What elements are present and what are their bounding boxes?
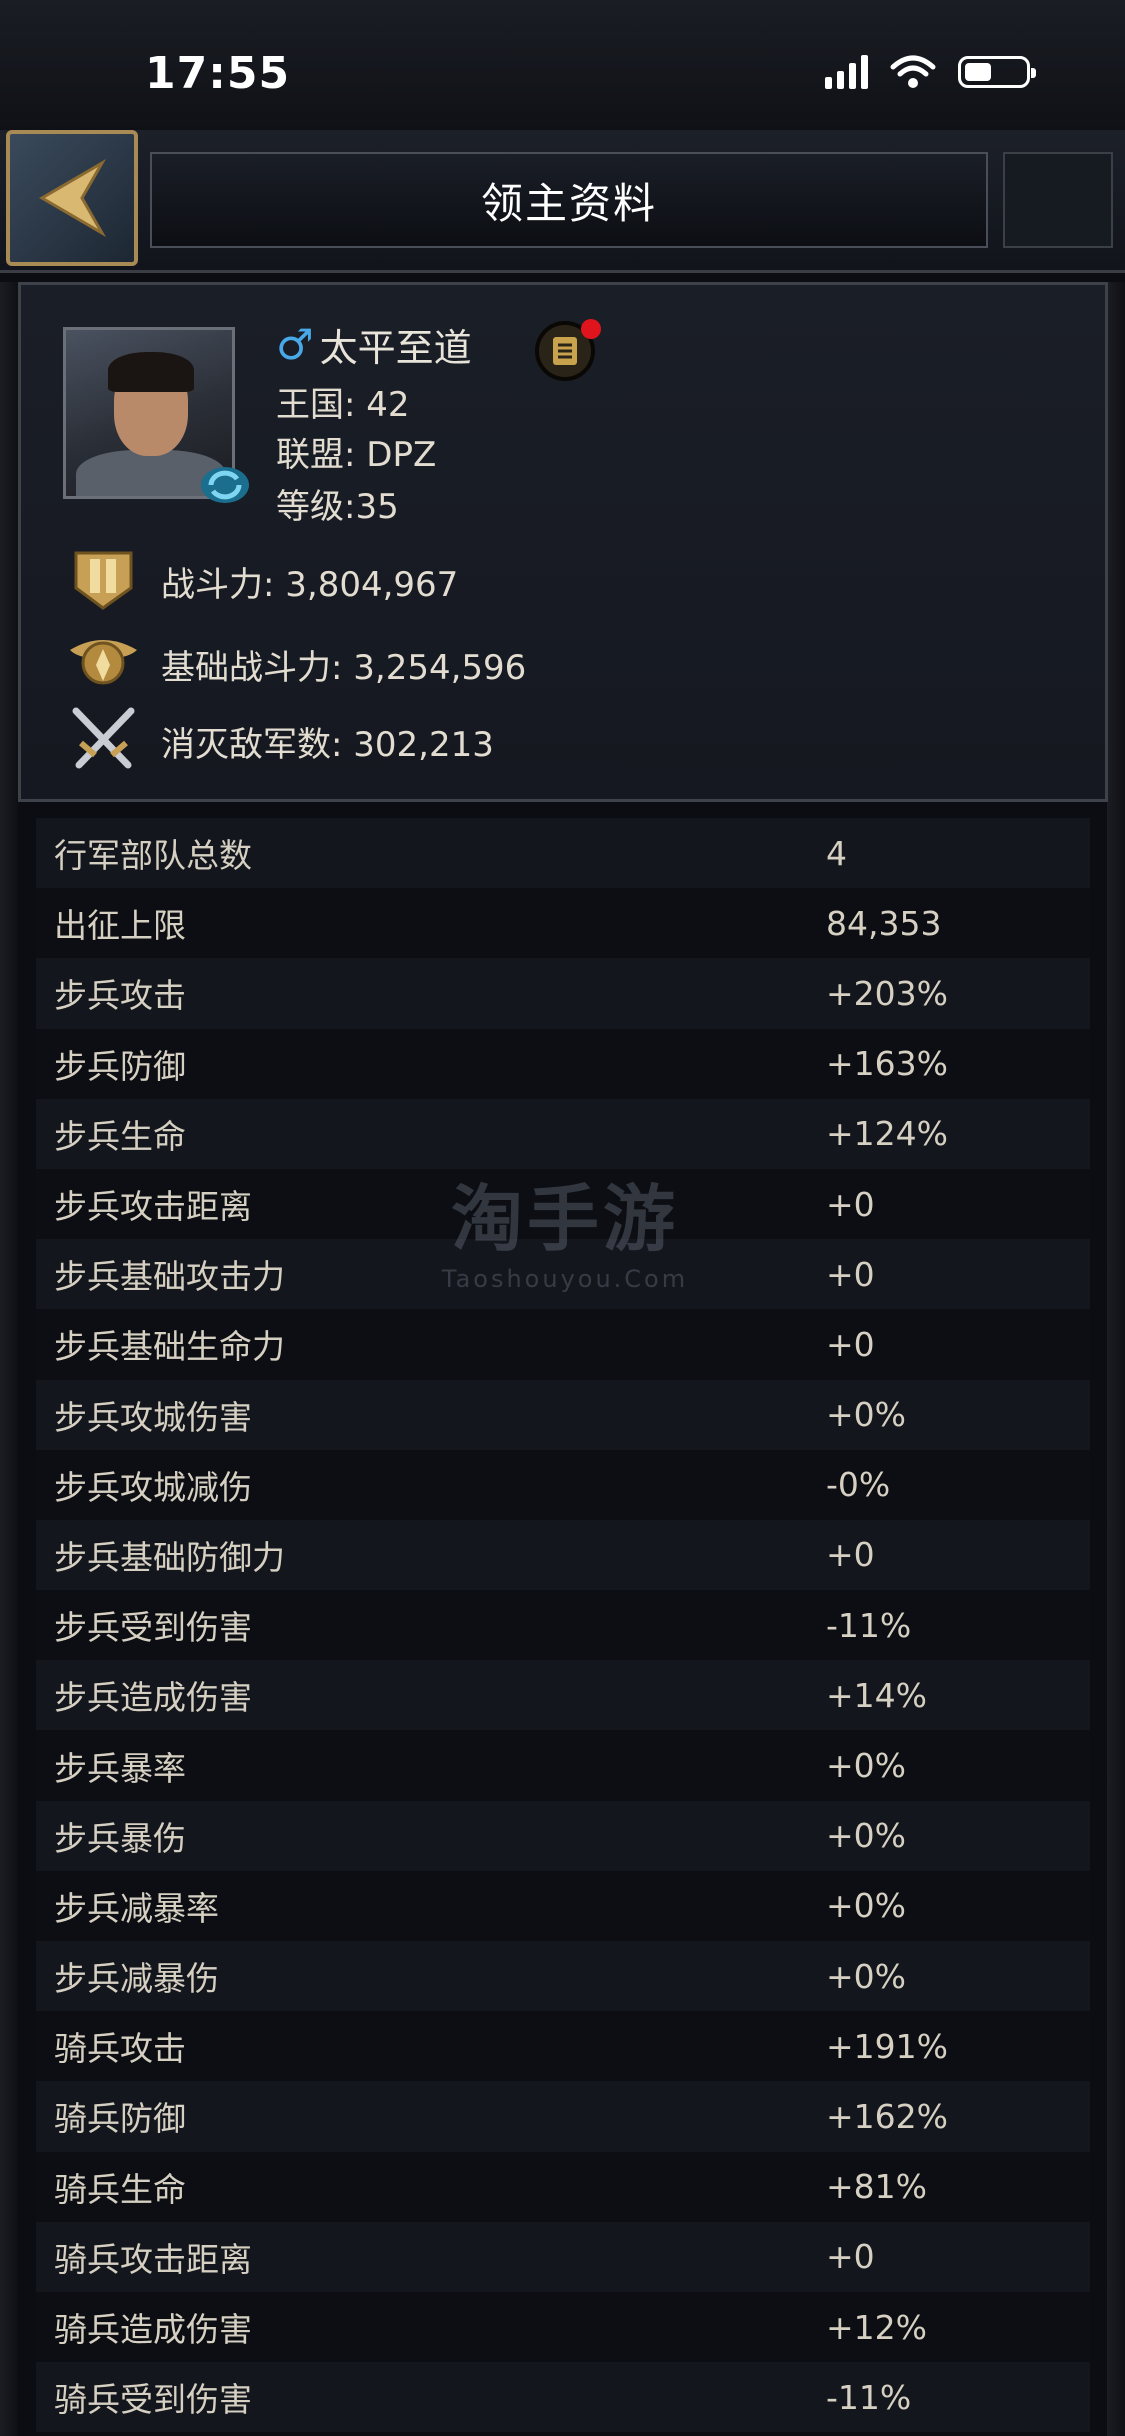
stat-row: 步兵受到伤害 -11% <box>36 1590 1090 1661</box>
status-icons <box>825 55 1036 89</box>
stat-label: 步兵基础生命力 <box>54 1327 285 1367</box>
stat-label: 步兵暴伤 <box>54 1818 186 1858</box>
stat-row: 步兵攻城伤害 +0% <box>36 1379 1090 1450</box>
stat-value: +0 <box>826 1254 875 1294</box>
page-title: 领主资料 <box>480 178 657 228</box>
stat-value: +191% <box>826 2026 948 2066</box>
right-frame <box>1107 282 1125 2436</box>
stat-label: 骑兵造成伤害 <box>54 2310 252 2350</box>
kingdom-info: 王国: 42 <box>276 385 410 425</box>
stat-label: 步兵攻城伤害 <box>54 1397 252 1437</box>
signal-icon <box>825 55 868 89</box>
stat-label: 出征上限 <box>54 906 186 946</box>
stat-label: 骑兵攻击 <box>54 2029 186 2069</box>
stat-label: 步兵减暴率 <box>54 1888 219 1928</box>
stat-row: 步兵基础攻击力 +0 <box>36 1239 1090 1310</box>
stat-value: +0% <box>826 1956 907 1996</box>
stat-label: 步兵攻城减伤 <box>54 1467 252 1507</box>
stat-value: +163% <box>826 1044 948 1084</box>
change-avatar-icon[interactable] <box>199 463 251 507</box>
lord-name: 太平至道 <box>319 326 472 370</box>
stat-value: +0% <box>826 1746 907 1786</box>
back-button[interactable] <box>6 130 138 266</box>
stat-row: 步兵生命 +124% <box>36 1098 1090 1169</box>
stat-row: 骑兵生命 +81% <box>36 2151 1090 2222</box>
stat-label: 步兵减暴伤 <box>54 1959 219 1999</box>
status-time: 17:55 <box>145 48 291 99</box>
stat-value: -11% <box>826 1605 912 1645</box>
back-arrow-icon <box>39 158 107 238</box>
alliance-info: 联盟: DPZ <box>276 435 437 475</box>
stat-row: 步兵攻击距离 +0 <box>36 1168 1090 1240</box>
stat-row: 步兵攻城减伤 -0% <box>36 1449 1090 1520</box>
left-frame <box>0 282 18 2436</box>
stat-row: 行军部队总数 4 <box>36 818 1090 889</box>
record-icon[interactable] <box>533 315 603 385</box>
stat-row: 步兵减暴率 +0% <box>36 1870 1090 1941</box>
stat-row: 步兵防御 +163% <box>36 1028 1090 1099</box>
stat-label: 步兵生命 <box>54 1116 186 1156</box>
header-ornament <box>1003 152 1113 248</box>
stat-value: 4 <box>826 833 847 873</box>
stat-row: 步兵基础生命力 +0 <box>36 1309 1090 1380</box>
stat-value: +203% <box>826 973 948 1013</box>
stat-label: 步兵基础攻击力 <box>54 1257 285 1297</box>
stat-value: +0% <box>826 1816 907 1856</box>
kills-stat: 消灭敌军数: 302,213 <box>161 725 494 765</box>
stat-label: 步兵攻击距离 <box>54 1187 252 1227</box>
stat-label: 步兵造成伤害 <box>54 1678 252 1718</box>
stat-value: 84,353 <box>826 903 942 943</box>
stat-label: 行军部队总数 <box>54 836 252 876</box>
power-icon <box>66 543 141 613</box>
stat-value: +0 <box>826 1535 875 1575</box>
stat-value: +81% <box>826 2167 927 2207</box>
stat-value: +0% <box>826 1886 907 1926</box>
header: 领主资料 <box>0 130 1125 273</box>
stat-label: 骑兵防御 <box>54 2099 186 2139</box>
stat-value: -0% <box>826 1465 891 1505</box>
stat-row: 步兵造成伤害 +14% <box>36 1660 1090 1731</box>
male-icon: ♂ <box>276 320 314 369</box>
stat-value: -11% <box>826 2377 912 2417</box>
stat-label: 骑兵攻击距离 <box>54 2239 252 2279</box>
stat-row: 骑兵受到伤害 -11% <box>36 2362 1090 2433</box>
stats-table: 行军部队总数 4 出征上限 84,353 步兵攻击 +203% 步兵防御 +163% 步兵生命 +… <box>36 818 1090 2433</box>
wifi-icon <box>890 55 936 88</box>
base-power-icon <box>66 625 141 695</box>
stat-label: 步兵防御 <box>54 1046 186 1086</box>
stat-row: 步兵攻击 +203% <box>36 958 1090 1029</box>
battery-icon <box>958 56 1036 88</box>
stat-row: 出征上限 84,353 <box>36 888 1090 959</box>
base-power-stat: 基础战斗力: 3,254,596 <box>161 648 527 688</box>
stat-row: 骑兵攻击 +191% <box>36 2011 1090 2082</box>
stat-row: 骑兵造成伤害 +12% <box>36 2291 1090 2363</box>
stat-value: +12% <box>826 2307 927 2347</box>
stat-row: 骑兵防御 +162% <box>36 2081 1090 2152</box>
stat-value: +14% <box>826 1675 927 1715</box>
stat-value: +124% <box>826 1114 948 1154</box>
stat-value: +0 <box>826 1184 875 1224</box>
stat-value: +0 <box>826 2237 875 2277</box>
stat-label: 步兵攻击 <box>54 976 186 1016</box>
stat-label: 步兵暴率 <box>54 1748 186 1788</box>
stat-label: 步兵受到伤害 <box>54 1608 252 1648</box>
stat-label: 骑兵生命 <box>54 2169 186 2209</box>
power-stat: 战斗力: 3,804,967 <box>161 565 459 605</box>
stat-row: 步兵暴伤 +0% <box>36 1800 1090 1871</box>
title-bar: 领主资料 <box>150 152 988 248</box>
stat-row: 步兵减暴伤 +0% <box>36 1941 1090 2012</box>
level-info: 等级:35 <box>276 487 399 527</box>
stat-row: 骑兵攻击距离 +0 <box>36 2221 1090 2292</box>
name-row: ♂ 太平至道 <box>276 317 472 372</box>
stat-value: +0 <box>826 1324 875 1364</box>
stat-value: +0% <box>826 1395 907 1435</box>
stat-row: 步兵基础防御力 +0 <box>36 1519 1090 1591</box>
stat-label: 步兵基础防御力 <box>54 1537 285 1577</box>
profile-panel: ♂ 太平至道 王国: 42 联盟: DPZ 等级:35 战斗力: 3,804,9… <box>18 282 1108 802</box>
crossed-swords-icon <box>66 703 141 773</box>
stat-label: 骑兵受到伤害 <box>54 2380 252 2420</box>
stat-row: 步兵暴率 +0% <box>36 1730 1090 1801</box>
status-bar: 17:55 <box>0 0 1125 130</box>
stat-value: +162% <box>826 2096 948 2136</box>
